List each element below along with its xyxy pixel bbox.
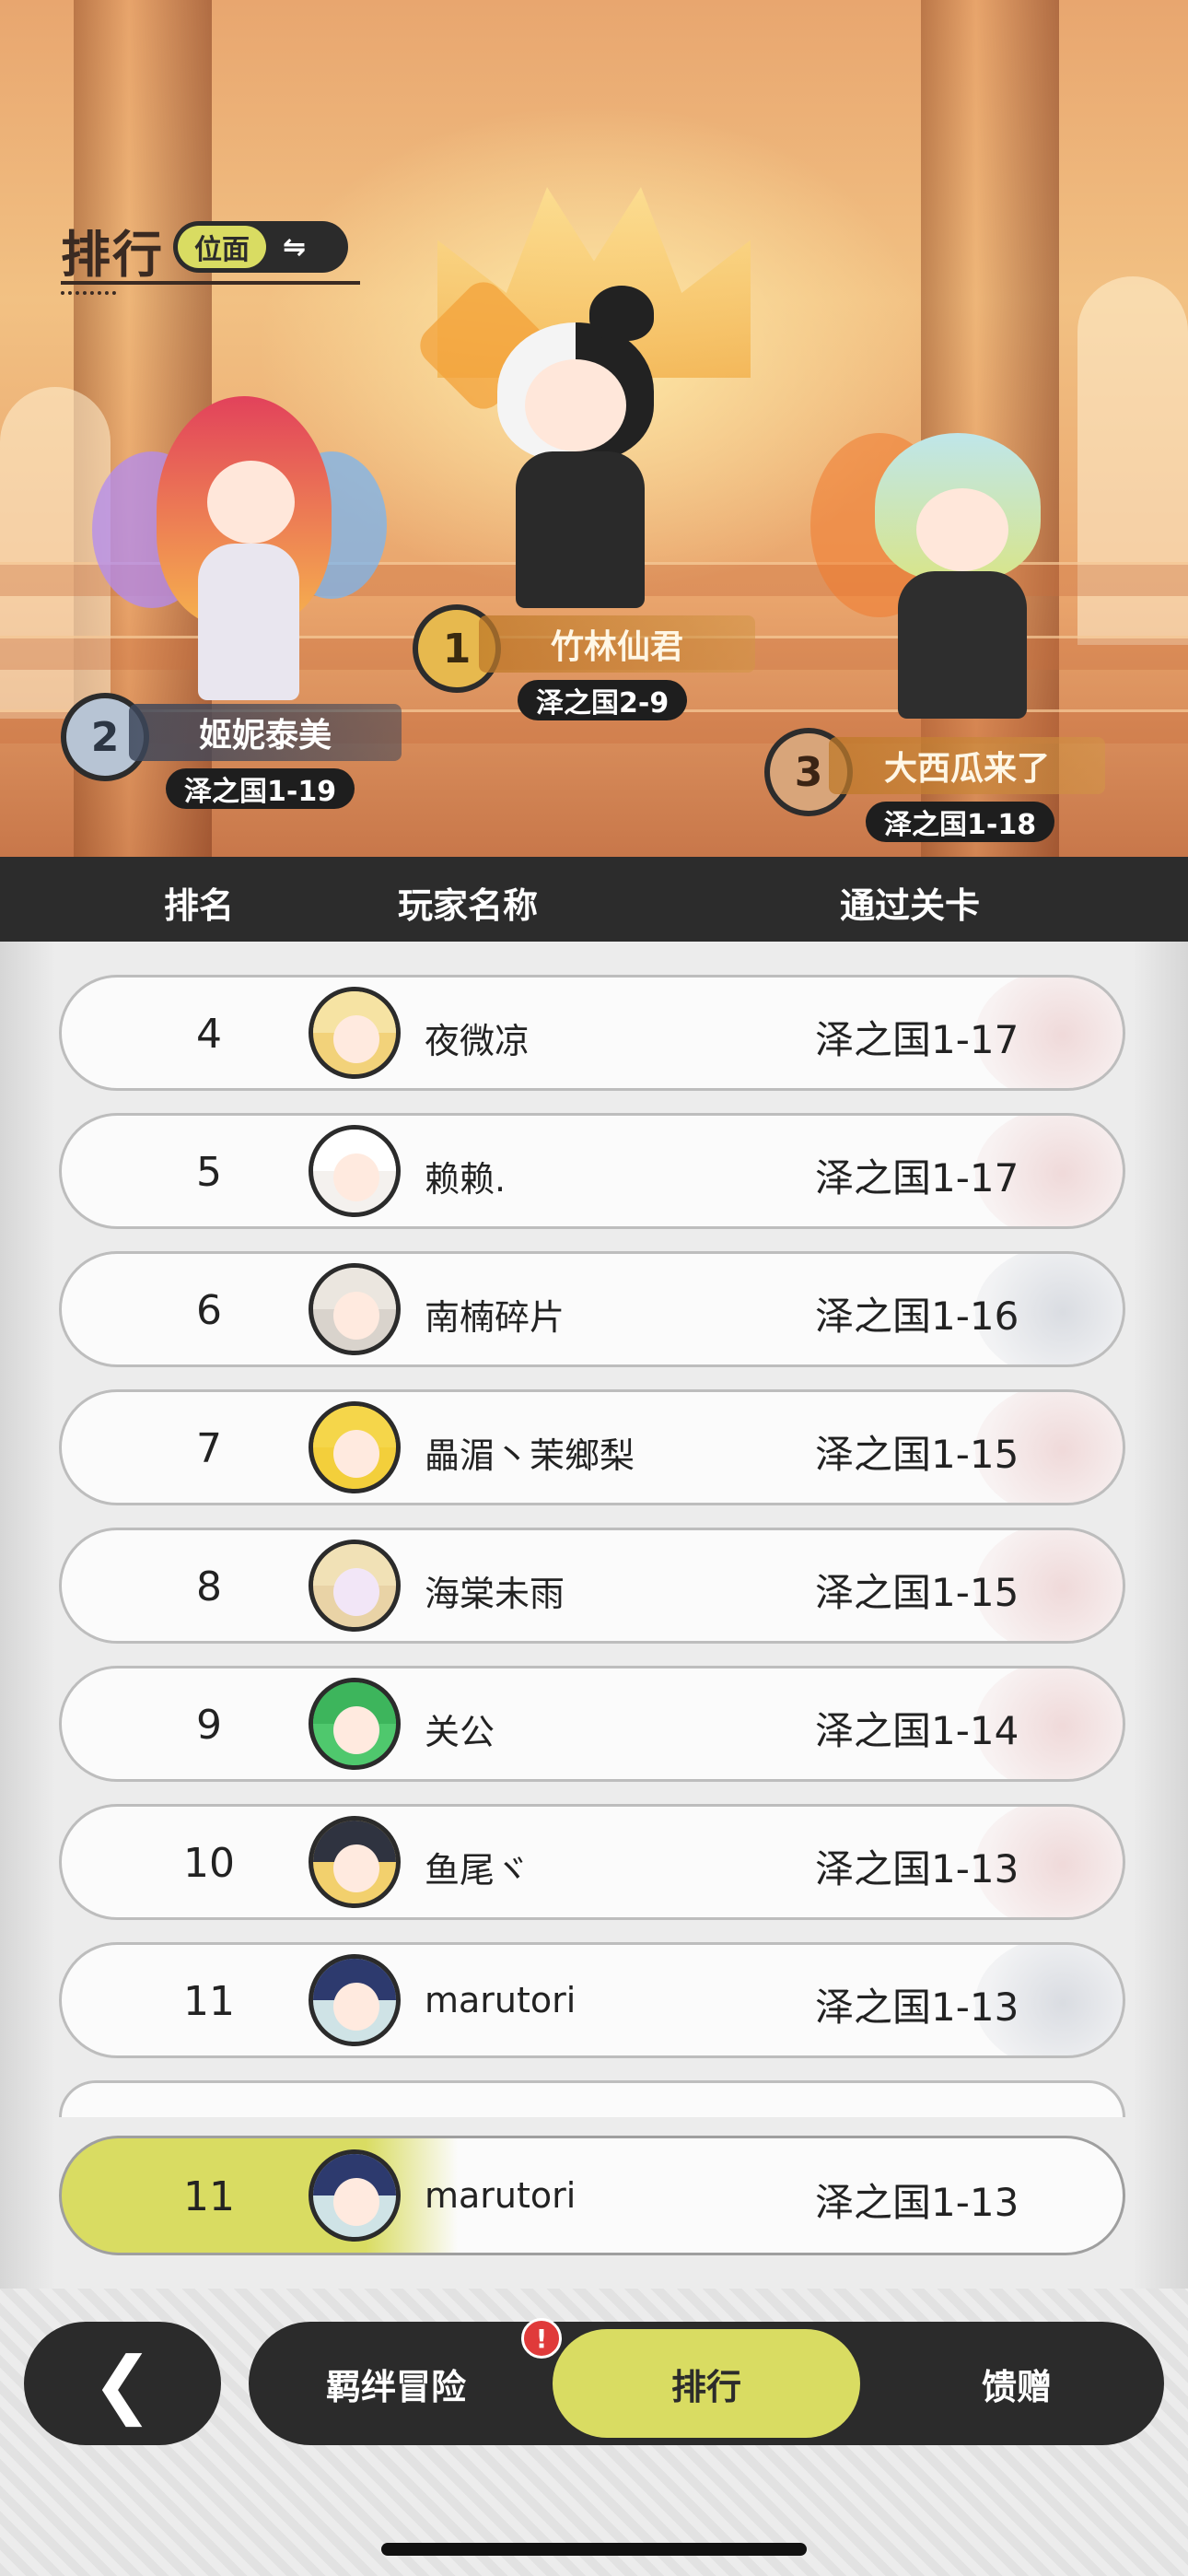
- page-title: 排行: [61, 226, 164, 284]
- column-header: 排名 玩家名称 通过关卡: [0, 857, 1188, 942]
- title-underline: [61, 281, 360, 285]
- avatar[interactable]: [309, 1540, 401, 1632]
- scope-toggle-button[interactable]: 位面 ⇋: [173, 221, 348, 273]
- table-row[interactable]: 5 赖赖. 泽之国1-17: [59, 1113, 1125, 1229]
- avatar[interactable]: [309, 1401, 401, 1493]
- scope-label: 位面: [178, 226, 266, 268]
- rank-1-name: 竹林仙君: [479, 615, 755, 673]
- tab-bond-adventure[interactable]: 羁绊冒险: [249, 2322, 543, 2445]
- row-stage: 泽之国1-16: [815, 1294, 1019, 1339]
- swap-arrows-icon: ⇋: [283, 230, 307, 263]
- table-row[interactable]: 9 关公 泽之国1-14: [59, 1666, 1125, 1782]
- leaderboard-list[interactable]: 4 夜微凉 泽之国1-17 5 赖赖. 泽之国1-17 6 南楠碎片 泽之国1-…: [0, 942, 1188, 2289]
- row-stage: 泽之国1-14: [815, 1708, 1019, 1753]
- avatar[interactable]: [309, 1954, 401, 2046]
- title-dots: [61, 291, 116, 295]
- rank-3-stage: 泽之国1-18: [866, 802, 1055, 842]
- table-row[interactable]: 4 夜微凉 泽之国1-17: [59, 975, 1125, 1091]
- row-stage: 泽之国1-15: [815, 1570, 1019, 1615]
- row-stage: 泽之国1-17: [815, 1017, 1019, 1062]
- character-rank-3[interactable]: [810, 415, 1087, 737]
- rank-1-stage: 泽之国2-9: [518, 680, 688, 720]
- row-player-name: 夜微凉: [425, 1021, 530, 1061]
- table-row[interactable]: 10 鱼尾ヾ 泽之国1-13: [59, 1804, 1125, 1920]
- self-player-name: marutori: [425, 2175, 577, 2216]
- row-player-name: 鱼尾ヾ: [425, 1850, 530, 1891]
- row-rank: 11: [183, 1978, 235, 2025]
- rank-3-name: 大西瓜来了: [829, 737, 1105, 794]
- avatar[interactable]: [309, 1263, 401, 1355]
- row-rank: 10: [183, 1840, 235, 1887]
- row-player-name: 南楠碎片: [425, 1297, 565, 1338]
- table-row[interactable]: 11 marutori 泽之国1-13: [59, 1942, 1125, 2058]
- row-rank: 7: [196, 1425, 222, 1472]
- table-row[interactable]: 8 海棠未雨 泽之国1-15: [59, 1528, 1125, 1644]
- back-button[interactable]: ❮: [24, 2322, 221, 2445]
- home-indicator[interactable]: [381, 2543, 807, 2556]
- avatar[interactable]: [309, 1125, 401, 1217]
- bottom-navigation: ❮ 羁绊冒险 ! 排行 馈赠: [0, 2289, 1188, 2576]
- row-rank: 6: [196, 1287, 222, 1334]
- self-rank-row[interactable]: 11 marutori 泽之国1-13: [59, 2136, 1125, 2255]
- avatar[interactable]: [309, 1816, 401, 1908]
- character-rank-1[interactable]: [412, 274, 709, 626]
- row-player-name: 关公: [425, 1712, 495, 1752]
- tab-ranking[interactable]: 排行: [553, 2329, 860, 2438]
- row-stage: 泽之国1-15: [815, 1432, 1019, 1477]
- row-stage: 泽之国1-13: [815, 1846, 1019, 1891]
- avatar[interactable]: [309, 2149, 401, 2242]
- self-rank: 11: [183, 2173, 235, 2220]
- table-row[interactable]: 6 南楠碎片 泽之国1-16: [59, 1251, 1125, 1367]
- column-rank: 排名: [164, 885, 235, 926]
- column-stage: 通过关卡: [840, 885, 981, 926]
- row-rank: 5: [196, 1149, 222, 1196]
- row-rank: 9: [196, 1702, 222, 1749]
- podium-scene: 排行 位面 ⇋ 1 竹林仙君 泽之国2-9 2 姬妮泰美 泽之国1-19 3 大…: [0, 0, 1188, 857]
- table-row-partial[interactable]: [59, 2080, 1125, 2117]
- column-player-name: 玩家名称: [398, 885, 539, 926]
- row-stage: 泽之国1-13: [815, 1985, 1019, 2030]
- character-rank-2[interactable]: [92, 396, 387, 719]
- rank-2-stage: 泽之国1-19: [166, 768, 355, 809]
- row-rank: 4: [196, 1011, 222, 1058]
- avatar[interactable]: [309, 1678, 401, 1770]
- rank-2-name: 姬妮泰美: [129, 704, 402, 761]
- row-player-name: 畾湄丶茉鄉梨: [425, 1435, 635, 1476]
- table-row[interactable]: 7 畾湄丶茉鄉梨 泽之国1-15: [59, 1389, 1125, 1505]
- row-player-name: 海棠未雨: [425, 1574, 565, 1614]
- self-stage: 泽之国1-13: [815, 2180, 1019, 2225]
- row-player-name: 赖赖.: [425, 1159, 507, 1200]
- chevron-left-icon: ❮: [91, 2340, 154, 2427]
- tab-gifts[interactable]: 馈赠: [869, 2322, 1164, 2445]
- tab-bar: 羁绊冒险 ! 排行 馈赠: [249, 2318, 1164, 2445]
- avatar[interactable]: [309, 987, 401, 1079]
- row-stage: 泽之国1-17: [815, 1155, 1019, 1200]
- row-rank: 8: [196, 1563, 222, 1610]
- row-player-name: marutori: [425, 1980, 577, 2020]
- alert-badge: !: [521, 2318, 562, 2359]
